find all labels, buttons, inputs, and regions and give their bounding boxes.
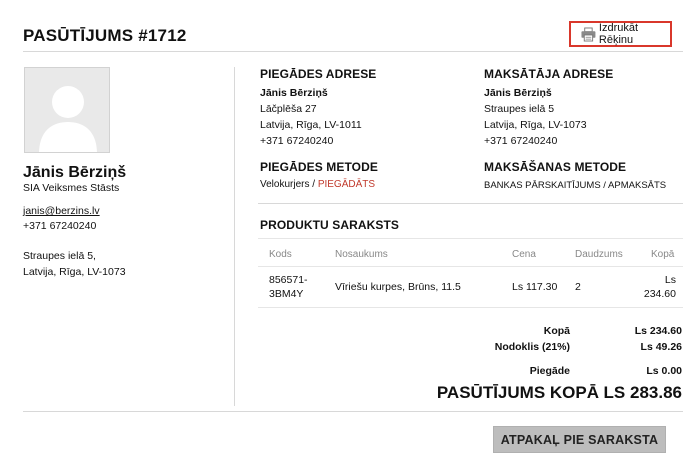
products-heading: PRODUKTU SARAKSTS xyxy=(260,218,400,232)
shipping-phone: +371 67240240 xyxy=(260,135,334,147)
shipping-street: Lāčplēša 27 xyxy=(260,103,317,115)
billing-address-heading: MAKSĀTĀJA ADRESE xyxy=(484,67,614,81)
tax-label: Nodoklis (21%) xyxy=(494,341,570,353)
customer-address-line2: Latvija, Rīga, LV-1073 xyxy=(23,266,126,278)
grand-total-value: LS 283.86 xyxy=(603,383,682,402)
subtotal-label: Kopā xyxy=(543,325,570,337)
page-title: PASŪTĪJUMS #1712 xyxy=(23,26,187,45)
customer-email-link[interactable]: janis@berzins.lv xyxy=(23,203,100,219)
column-header-qty: Daudzums xyxy=(575,249,623,260)
shipping-city: Latvija, Rīga, LV-1011 xyxy=(260,119,362,131)
print-invoice-label: Izdrukāt Rēķinu xyxy=(598,22,639,46)
section-divider xyxy=(258,203,683,204)
user-placeholder-icon xyxy=(39,86,97,152)
product-qty: 2 xyxy=(575,281,581,293)
column-header-total: Kopā xyxy=(651,249,675,260)
shipping-name: Jānis Bērziņš xyxy=(260,87,328,99)
shipping-status-badge: PIEGĀDĀTS xyxy=(317,179,376,190)
column-header-code: Kods xyxy=(269,249,292,260)
shipping-cost-label: Piegāde xyxy=(529,365,570,377)
billing-phone: +371 67240240 xyxy=(484,135,558,147)
column-header-price: Cena xyxy=(512,249,536,260)
product-price: Ls 117.30 xyxy=(512,281,558,293)
product-code-line2: 3BM4Y xyxy=(269,288,304,300)
billing-city: Latvija, Rīga, LV-1073 xyxy=(484,119,587,131)
shipping-method-value: Velokurjers xyxy=(260,179,310,190)
payment-method-heading: MAKSĀŠANAS METODE xyxy=(484,160,627,174)
shipping-method-line: Velokurjers / PIEGĀDĀTS xyxy=(260,179,375,190)
shipping-address-heading: PIEGĀDES ADRESE xyxy=(260,67,377,81)
print-invoice-button[interactable]: Izdrukāt Rēķinu xyxy=(569,21,672,47)
header-divider xyxy=(23,51,683,52)
product-total-amount: 234.60 xyxy=(643,288,676,300)
shipping-method-heading: PIEGĀDES METODE xyxy=(260,160,378,174)
grand-total-label: PASŪTĪJUMS KOPĀ xyxy=(436,383,599,402)
product-name: Vīriešu kurpes, Brūns, 11.5 xyxy=(335,281,461,293)
customer-company: SIA Veiksmes Stāsts xyxy=(23,182,120,194)
shipping-cost-value: Ls 0.00 xyxy=(646,365,682,377)
footer-divider xyxy=(23,411,683,412)
column-header-name: Nosaukums xyxy=(335,249,388,260)
back-to-list-button[interactable]: ATPAKAĻ PIE SARAKSTA xyxy=(493,426,666,453)
billing-name: Jānis Bērziņš xyxy=(484,87,552,99)
product-total-currency: Ls xyxy=(664,274,676,286)
payment-method-value: BANKAS PĀRSKAITĪJUMS / APMAKSĀTS xyxy=(484,180,667,191)
customer-phone: +371 67240240 xyxy=(23,220,97,232)
product-code-line1: 856571- xyxy=(269,274,308,286)
subtotal-value: Ls 234.60 xyxy=(634,325,682,337)
billing-street: Straupes ielā 5 xyxy=(484,103,555,115)
printer-icon xyxy=(581,27,596,41)
tax-value: Ls 49.26 xyxy=(640,341,682,353)
column-divider xyxy=(234,67,235,406)
avatar xyxy=(24,67,110,153)
table-top-border xyxy=(258,238,683,239)
customer-address-line1: Straupes ielā 5, xyxy=(23,250,96,262)
table-bottom-border xyxy=(258,307,683,308)
table-header-border xyxy=(258,266,683,267)
shipping-method-separator: / xyxy=(309,179,318,190)
